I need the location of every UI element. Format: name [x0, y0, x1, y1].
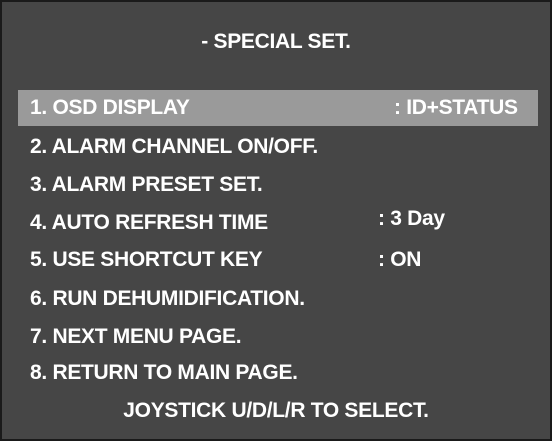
menu-item-osd-display-value: : ID+STATUS	[394, 96, 518, 119]
menu-title: - SPECIAL SET.	[201, 30, 351, 53]
osd-menu-screen: - SPECIAL SET. 1. OSD DISPLAY : ID+STATU…	[0, 0, 552, 441]
menu-item-osd-display[interactable]: 1. OSD DISPLAY	[30, 96, 190, 120]
menu-item-alarm-preset[interactable]: 3. ALARM PRESET SET.	[30, 173, 263, 197]
menu-item-return-to-main-page[interactable]: 8. RETURN TO MAIN PAGE.	[30, 361, 298, 385]
menu-item-auto-refresh-time[interactable]: 4. AUTO REFRESH TIME	[30, 211, 268, 235]
joystick-hint: JOYSTICK U/D/L/R TO SELECT.	[123, 399, 429, 422]
menu-item-next-menu-page[interactable]: 7. NEXT MENU PAGE.	[30, 325, 242, 349]
menu-item-run-dehumidification[interactable]: 6. RUN DEHUMIDIFICATION.	[30, 287, 305, 311]
menu-item-use-shortcut-key[interactable]: 5. USE SHORTCUT KEY	[30, 248, 263, 272]
menu-item-alarm-channel[interactable]: 2. ALARM CHANNEL ON/OFF.	[30, 135, 318, 159]
menu-item-auto-refresh-time-value: : 3 Day	[378, 207, 445, 230]
menu-item-use-shortcut-key-value: : ON	[378, 248, 422, 271]
